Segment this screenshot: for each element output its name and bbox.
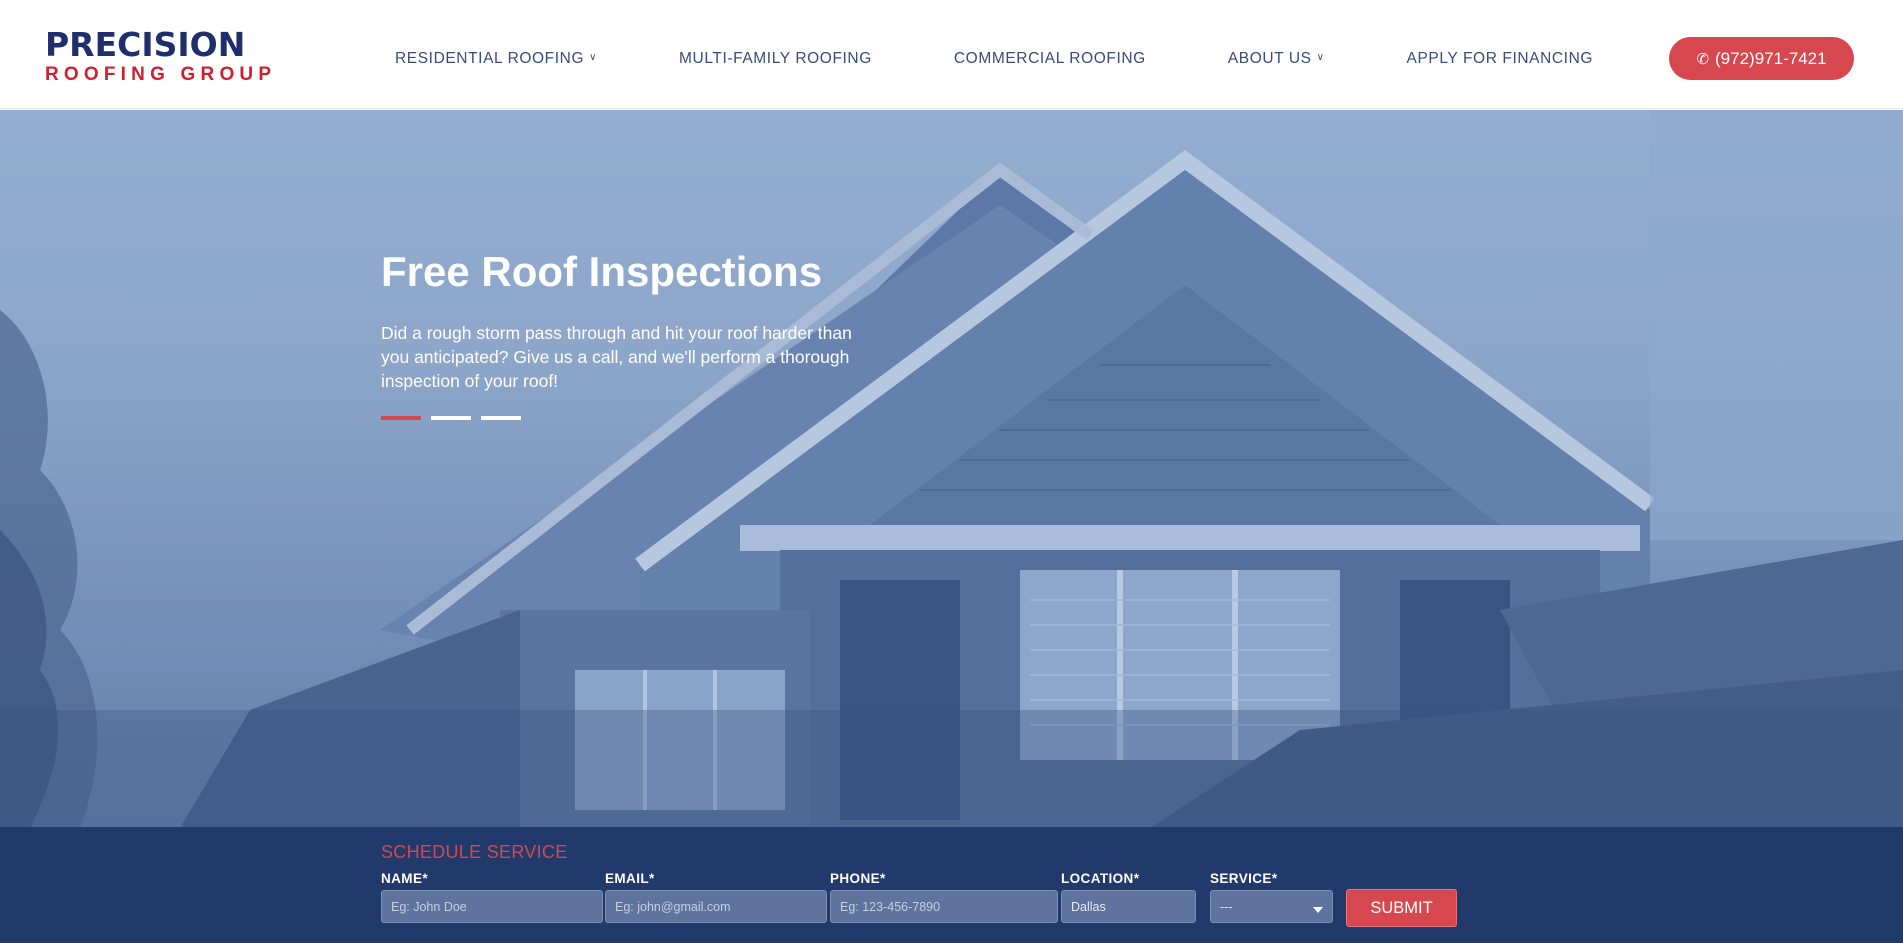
main-nav: RESIDENTIAL ROOFING ∨ MULTI-FAMILY ROOFI… xyxy=(395,0,1675,117)
call-phone-button[interactable]: ✆ (972)971-7421 xyxy=(1669,37,1854,80)
site-header: PRECISION ROOFING GROUP RESIDENTIAL ROOF… xyxy=(0,0,1903,109)
nav-commercial-roofing[interactable]: COMMERCIAL ROOFING xyxy=(954,50,1146,68)
location-input[interactable]: Dallas xyxy=(1061,890,1196,923)
nav-residential-roofing[interactable]: RESIDENTIAL ROOFING ∨ xyxy=(395,50,597,68)
slide-dot-2[interactable] xyxy=(431,416,471,420)
hero-description: Did a rough storm pass through and hit y… xyxy=(381,323,852,391)
slide-dot-1[interactable] xyxy=(381,416,421,420)
chevron-down-icon: ∨ xyxy=(1316,52,1325,63)
location-label: LOCATION* xyxy=(1061,871,1140,886)
email-label: EMAIL* xyxy=(605,871,655,886)
slider-pagination xyxy=(381,416,531,420)
name-label: NAME* xyxy=(381,871,429,886)
nav-apply-for-financing[interactable]: APPLY FOR FINANCING xyxy=(1407,50,1594,68)
schedule-service-title: SCHEDULE SERVICE xyxy=(381,842,568,862)
email-input[interactable]: Eg: john@gmail.com xyxy=(605,890,827,923)
nav-about-us[interactable]: ABOUT US ∨ xyxy=(1228,50,1325,68)
phone-icon: ✆ xyxy=(1696,50,1710,68)
name-input[interactable]: Eg: John Doe xyxy=(381,890,603,923)
submit-button[interactable]: SUBMIT xyxy=(1346,889,1457,927)
house-background-image xyxy=(0,110,1903,828)
service-select[interactable]: --- xyxy=(1210,890,1333,923)
schedule-service-form: SCHEDULE SERVICE NAME* Eg: John Doe EMAI… xyxy=(0,827,1903,943)
email-field-group: EMAIL* Eg: john@gmail.com xyxy=(605,871,827,923)
slide-dot-3[interactable] xyxy=(481,416,521,420)
name-field-group: NAME* Eg: John Doe xyxy=(381,871,603,923)
nav-multi-family-roofing[interactable]: MULTI-FAMILY ROOFING xyxy=(679,50,872,68)
logo-wordmark: PRECISION xyxy=(45,25,246,64)
phone-label: PHONE* xyxy=(830,871,886,886)
phone-input[interactable]: Eg: 123-456-7890 xyxy=(830,890,1058,923)
logo-tagline: ROOFING GROUP xyxy=(45,64,277,85)
precision-roofing-logo[interactable]: PRECISION ROOFING GROUP xyxy=(45,28,300,86)
caret-down-icon xyxy=(1313,906,1323,913)
service-label: SERVICE* xyxy=(1210,871,1278,886)
hero-slider: Free Roof Inspections Did a rough storm … xyxy=(0,110,1903,828)
phone-field-group: PHONE* Eg: 123-456-7890 xyxy=(830,871,1058,923)
chevron-down-icon: ∨ xyxy=(589,52,598,63)
location-field-group: LOCATION* Dallas xyxy=(1061,871,1196,923)
hero-title: Free Roof Inspections xyxy=(381,248,823,295)
service-field-group: SERVICE* --- xyxy=(1210,871,1333,923)
